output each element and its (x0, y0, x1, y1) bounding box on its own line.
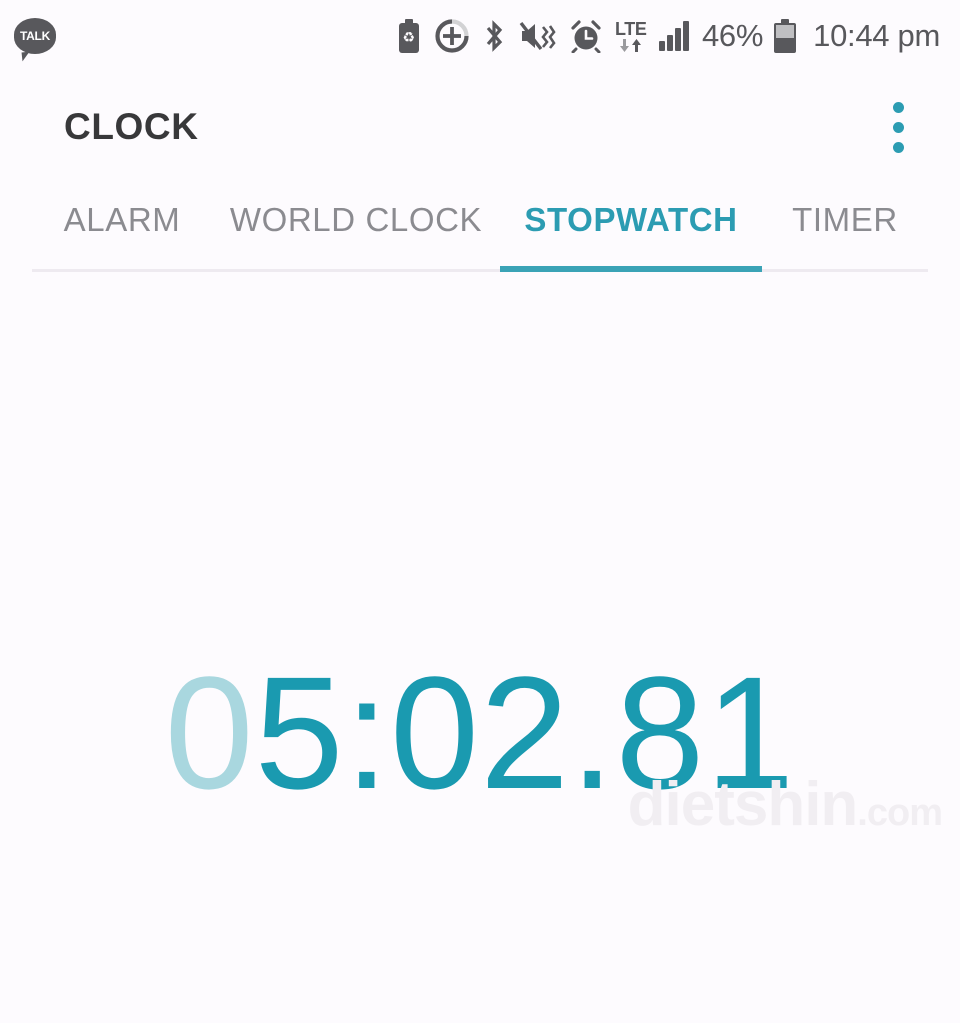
bluetooth-icon (482, 19, 506, 53)
watermark-name: dietshin (627, 770, 859, 839)
tab-stopwatch[interactable]: STOPWATCH (500, 182, 762, 272)
kakaotalk-label: TALK (20, 29, 50, 43)
battery-saver-icon: ♻ (396, 19, 422, 53)
site-watermark: dietshin .com (627, 770, 943, 839)
tab-alarm[interactable]: ALARM (32, 182, 212, 272)
mute-vibrate-icon (519, 20, 557, 52)
tab-bar: ALARM WORLD CLOCK STOPWATCH TIMER (32, 182, 928, 272)
watermark-domain: .com (857, 792, 943, 834)
lte-label: LTE (615, 19, 647, 39)
stopwatch-leading-zero: 0 (164, 643, 255, 822)
alarm-icon (570, 19, 602, 53)
app-bar: CLOCK (0, 72, 960, 182)
tab-world-clock[interactable]: WORLD CLOCK (212, 182, 500, 272)
lte-network-icon: LTE (615, 19, 647, 52)
battery-icon (774, 19, 797, 53)
tab-timer-label: TIMER (792, 201, 898, 238)
page-title: CLOCK (64, 106, 199, 147)
status-bar-notifications: TALK (14, 15, 56, 57)
data-saver-circle-plus-icon (435, 19, 469, 53)
status-bar: TALK ♻ LTE 46% 10:44 pm (0, 0, 960, 72)
tab-world-clock-label: WORLD CLOCK (229, 201, 483, 238)
status-bar-clock: 10:44 pm (813, 18, 940, 53)
overflow-menu-icon[interactable] (870, 91, 926, 163)
tab-stopwatch-label: STOPWATCH (524, 201, 738, 238)
status-bar-system-icons: ♻ LTE 46% 10:44 pm (396, 18, 940, 54)
tab-alarm-label: ALARM (63, 201, 181, 238)
kakaotalk-icon: TALK (14, 15, 56, 57)
tab-timer[interactable]: TIMER (762, 182, 928, 272)
battery-percent-label: 46% (701, 18, 764, 53)
signal-bars-icon (659, 21, 689, 51)
stopwatch-panel: 05:02.81 dietshin .com (0, 272, 960, 894)
